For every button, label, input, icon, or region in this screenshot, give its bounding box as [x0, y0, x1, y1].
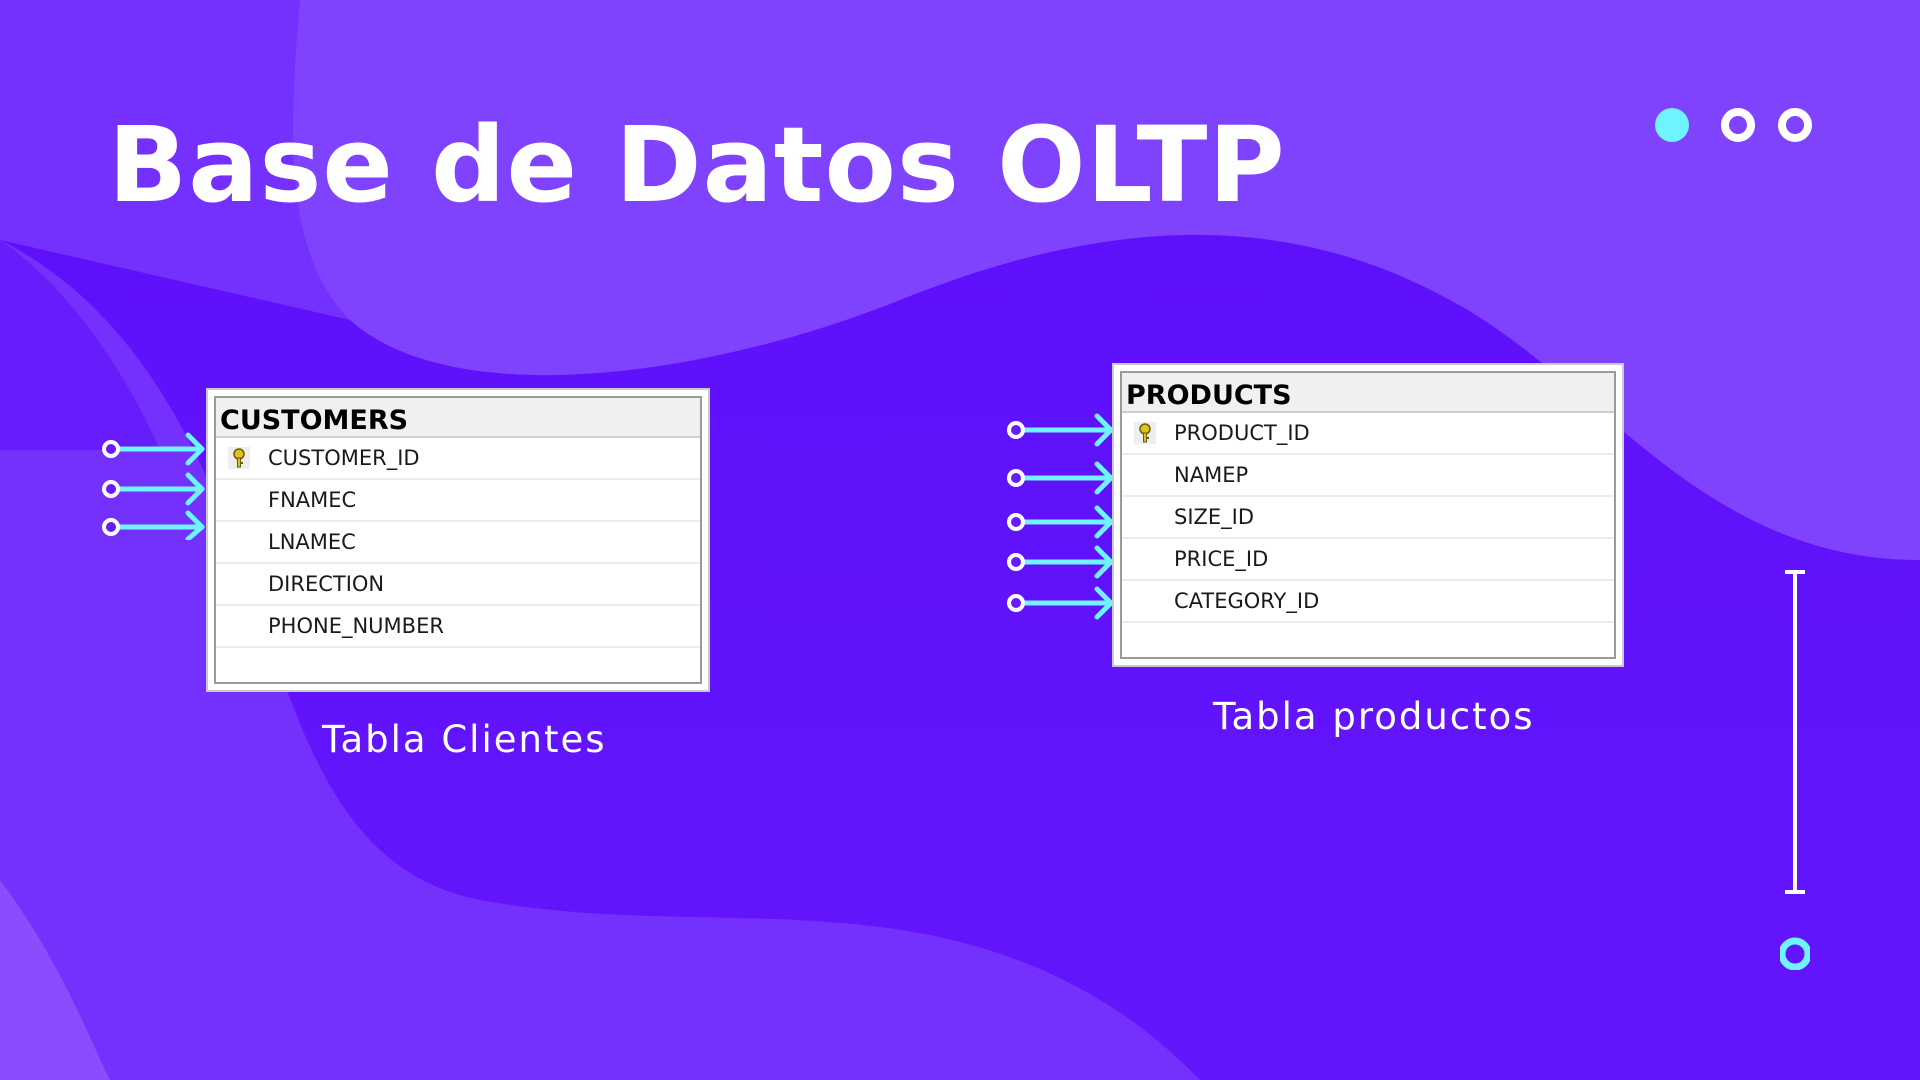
column-name: CATEGORY_ID	[1174, 589, 1320, 613]
slide-title: Base de Datos OLTP	[108, 104, 1286, 226]
ring-dot-icon	[1778, 108, 1812, 142]
products-table-title: PRODUCTS	[1122, 373, 1614, 413]
column-name: SIZE_ID	[1174, 505, 1255, 529]
column-name: NAMEP	[1174, 463, 1249, 487]
products-caption: Tabla productos	[1213, 695, 1535, 738]
primary-key-icon	[1134, 422, 1156, 444]
column-name: FNAMEC	[268, 488, 357, 512]
products-connector-arrows	[1007, 413, 1114, 620]
table-row[interactable]: LNAMEC	[216, 522, 700, 564]
column-name: DIRECTION	[268, 572, 385, 596]
table-row[interactable]: FNAMEC	[216, 480, 700, 522]
column-name: PRICE_ID	[1174, 547, 1269, 571]
column-name: PHONE_NUMBER	[268, 614, 444, 638]
column-name: LNAMEC	[268, 530, 356, 554]
customers-caption: Tabla Clientes	[322, 718, 607, 761]
table-row[interactable]: PRICE_ID	[1122, 539, 1614, 581]
table-row[interactable]: NAMEP	[1122, 455, 1614, 497]
primary-key-icon	[228, 447, 250, 469]
filled-dot-icon	[1655, 108, 1689, 142]
table-row[interactable]: CATEGORY_ID	[1122, 581, 1614, 623]
table-row[interactable]: SIZE_ID	[1122, 497, 1614, 539]
vertical-slider-decoration	[1780, 570, 1810, 970]
customers-table[interactable]: CUSTOMERS CUSTOMER_ID FNAMEC LNAMEC DIRE…	[206, 388, 710, 692]
table-row[interactable]: DIRECTION	[216, 564, 700, 606]
column-name: CUSTOMER_ID	[268, 446, 420, 470]
column-name: PRODUCT_ID	[1174, 421, 1310, 445]
customers-connector-arrows	[102, 432, 205, 540]
table-row[interactable]: CUSTOMER_ID	[216, 438, 700, 480]
ring-dot-icon	[1721, 108, 1755, 142]
decorative-dots	[1655, 108, 1815, 148]
products-table[interactable]: PRODUCTS PRODUCT_ID NAMEP SIZE_ID PRICE_…	[1112, 363, 1624, 667]
table-row[interactable]: PHONE_NUMBER	[216, 606, 700, 648]
table-row[interactable]: PRODUCT_ID	[1122, 413, 1614, 455]
customers-table-title: CUSTOMERS	[216, 398, 700, 438]
